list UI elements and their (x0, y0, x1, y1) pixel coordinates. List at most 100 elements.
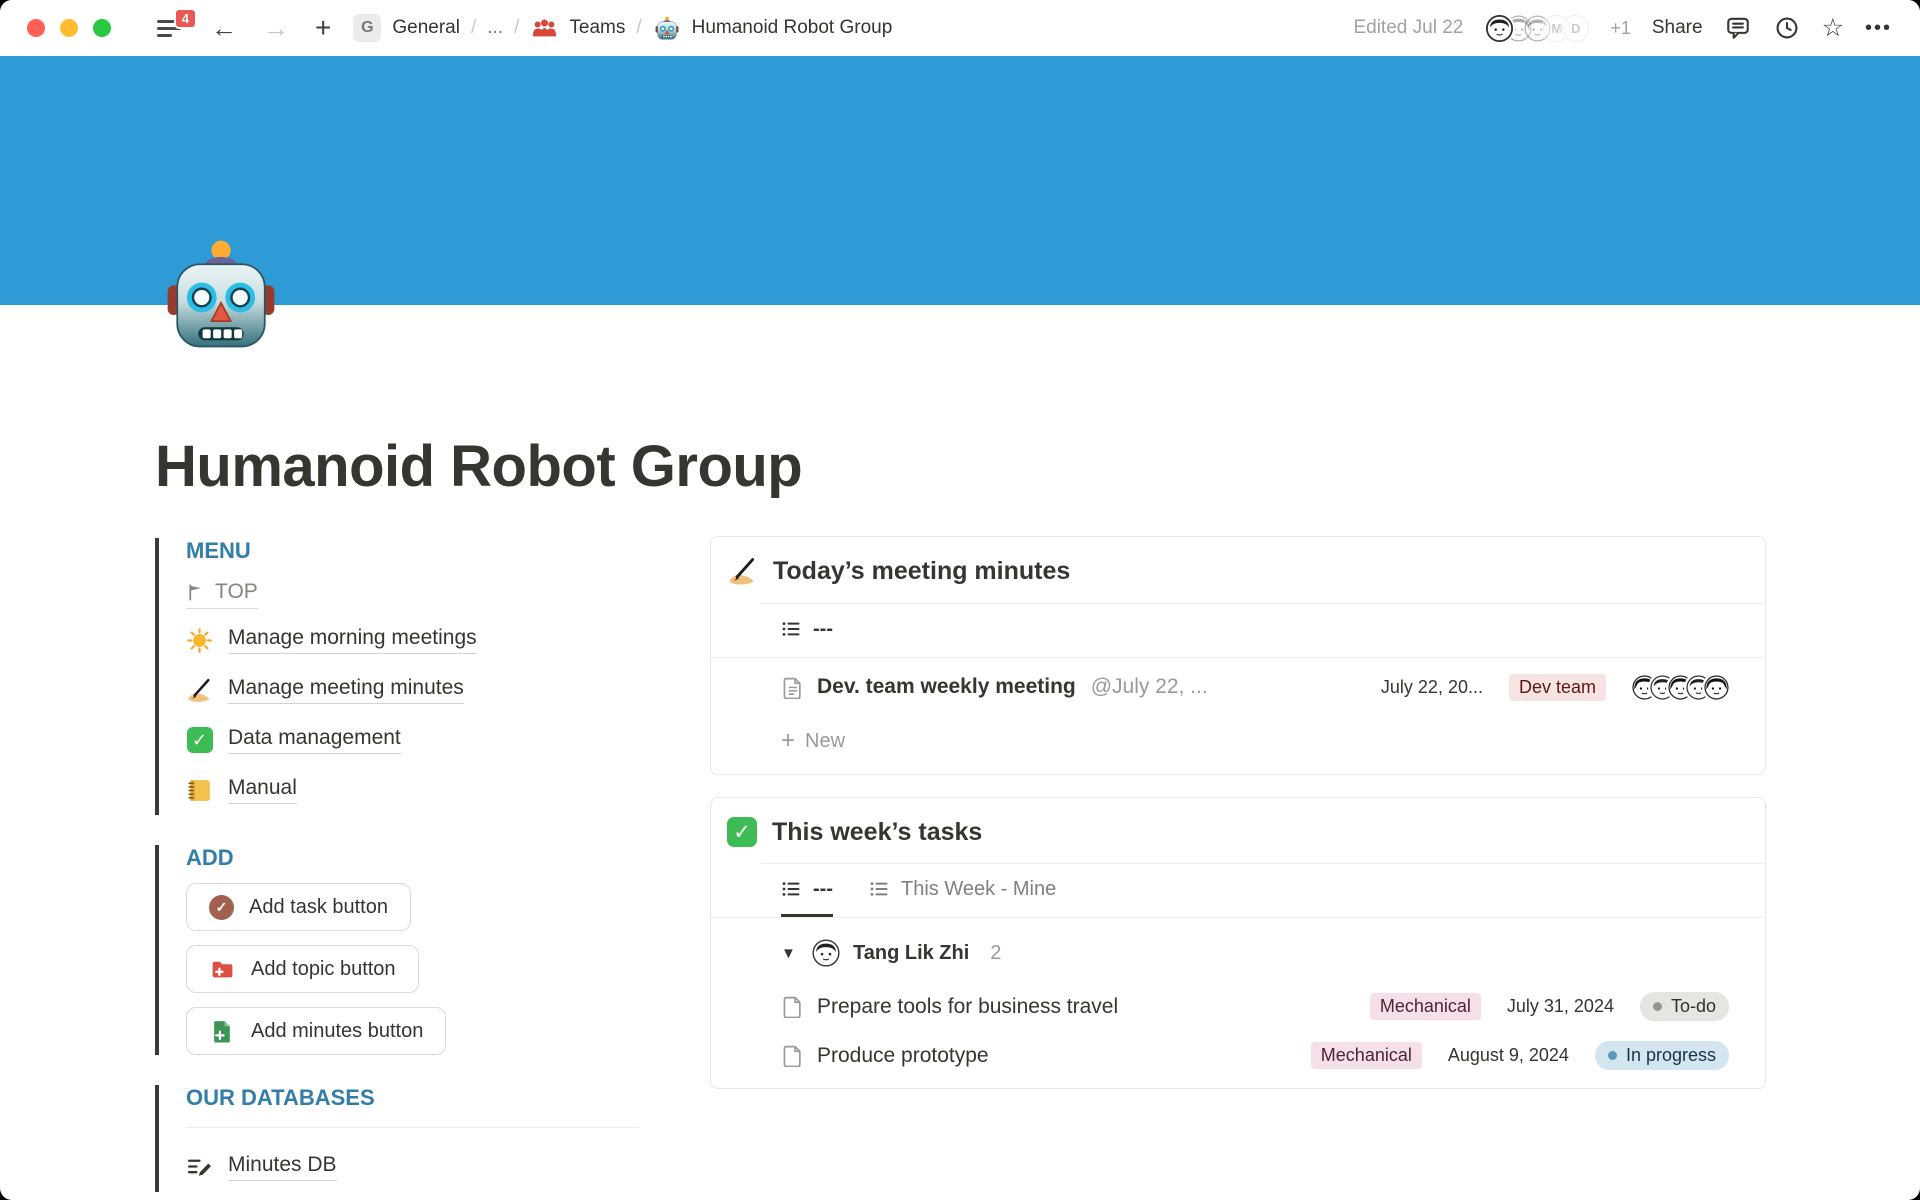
task-title[interactable]: Prepare tools for business travel (817, 995, 1118, 1019)
robot-page-icon-large[interactable] (165, 238, 277, 350)
tab-label: This Week - Mine (901, 878, 1056, 901)
tab-default-view[interactable]: --- (781, 864, 833, 917)
status-dot (1608, 1051, 1617, 1060)
group-name: Tang Lik Zhi (853, 942, 969, 965)
sun-icon (186, 627, 213, 654)
comments-icon[interactable] (1724, 14, 1752, 42)
page-body: Humanoid Robot Group MENU TOP (0, 305, 1920, 1200)
new-entry-button[interactable]: + New (711, 716, 1765, 766)
minimize-window-button[interactable] (60, 19, 78, 37)
task-row[interactable]: Prepare tools for business travel Mechan… (711, 982, 1765, 1031)
forward-arrow-icon[interactable]: → (263, 15, 289, 41)
breadcrumb: G General / ... / Teams / Humanoid Robot… (353, 14, 892, 42)
ledger-icon (186, 777, 213, 804)
task-title[interactable]: Produce prototype (817, 1044, 989, 1068)
group-header-row[interactable]: ▼ Tang Lik Zhi 2 (711, 924, 1765, 982)
breadcrumb-separator: / (636, 17, 641, 39)
add-minutes-button[interactable]: Add minutes button (186, 1007, 446, 1055)
status-label: To-do (1671, 996, 1716, 1017)
status-label: In progress (1626, 1045, 1716, 1066)
link-manage-meeting-minutes[interactable]: Manage meeting minutes (186, 665, 639, 715)
add-section: ADD ✓ Add task button Add topic button (155, 845, 639, 1055)
divider (711, 917, 1765, 918)
category-tag: Mechanical (1311, 1042, 1422, 1069)
tab-default-view[interactable]: --- (781, 604, 833, 657)
link-label: Manage meeting minutes (228, 676, 464, 704)
edited-timestamp[interactable]: Edited Jul 22 (1353, 17, 1463, 39)
meeting-title[interactable]: Dev. team weekly meeting (817, 675, 1076, 699)
breadcrumb-separator: / (514, 17, 519, 39)
plus-icon: + (781, 729, 795, 753)
view-tabs: --- (711, 604, 1765, 657)
task-row[interactable]: Produce prototype Mechanical August 9, 2… (711, 1031, 1765, 1080)
new-tab-icon[interactable]: + (315, 14, 331, 42)
card-header[interactable]: Today’s meeting minutes (711, 537, 1765, 603)
divider (186, 1127, 639, 1128)
topbar-actions: Edited Jul 22 M D +1 Share (1353, 14, 1920, 42)
right-column: Today’s meeting minutes --- Dev. team we… (710, 536, 1766, 1200)
breadcrumb-general[interactable]: General (392, 17, 460, 39)
link-label: Data management (228, 726, 401, 754)
link-top[interactable]: TOP (186, 580, 258, 609)
tab-this-week-mine[interactable]: This Week - Mine (869, 864, 1056, 917)
viewer-avatar-stack[interactable]: M D (1486, 15, 1589, 42)
tab-label: --- (813, 618, 833, 641)
share-button[interactable]: Share (1652, 17, 1703, 39)
more-options-icon[interactable]: ••• (1865, 17, 1892, 40)
link-manage-morning-meetings[interactable]: Manage morning meetings (186, 615, 639, 665)
button-label: Add task button (249, 896, 388, 919)
databases-heading: OUR DATABASES (186, 1085, 639, 1111)
breadcrumb-current-page[interactable]: Humanoid Robot Group (692, 17, 893, 39)
file-plus-icon (209, 1018, 236, 1045)
list-view-icon (781, 879, 802, 899)
meeting-row[interactable]: Dev. team weekly meeting @July 22, ... J… (711, 658, 1765, 716)
folder-plus-icon (209, 956, 236, 983)
link-minutes-db[interactable]: Minutes DB (186, 1142, 639, 1192)
date-mention[interactable]: @July 22, ... (1091, 675, 1208, 699)
link-data-management[interactable]: ✓ Data management (186, 715, 639, 765)
breadcrumb-ellipsis[interactable]: ... (487, 17, 503, 39)
button-label: Add topic button (251, 958, 396, 981)
left-column: MENU TOP (155, 536, 710, 1200)
close-window-button[interactable] (27, 19, 45, 37)
new-label: New (805, 730, 845, 753)
menu-section: MENU TOP (155, 538, 639, 815)
task-date: July 31, 2024 (1507, 996, 1614, 1017)
topbar: 4 ← → + G General / ... / Teams / Humano (0, 0, 1920, 56)
add-topic-button[interactable]: Add topic button (186, 945, 419, 993)
back-arrow-icon[interactable]: ← (211, 15, 237, 41)
avatar (812, 939, 840, 967)
status-badge: To-do (1640, 992, 1729, 1021)
link-manual[interactable]: Manual (186, 765, 639, 815)
view-tabs: --- This Week - Mine (711, 864, 1765, 917)
document-icon (781, 676, 804, 699)
attendee-avatars (1632, 675, 1729, 700)
add-heading: ADD (186, 845, 639, 871)
status-dot (1653, 1002, 1662, 1011)
favorite-star-icon[interactable]: ☆ (1822, 16, 1844, 41)
avatar-letter-d: D (1562, 15, 1589, 42)
list-view-icon (869, 879, 890, 899)
meeting-minutes-card: Today’s meeting minutes --- Dev. team we… (710, 536, 1766, 775)
page-title[interactable]: Humanoid Robot Group (0, 305, 1920, 500)
weekly-tasks-card: ✓ This week’s tasks --- This Week - Mine (710, 797, 1766, 1089)
sidebar-toggle-icon[interactable]: 4 (157, 17, 185, 39)
databases-section: OUR DATABASES Minutes DB (155, 1085, 639, 1192)
history-clock-icon[interactable] (1773, 14, 1801, 42)
collapse-triangle-icon[interactable]: ▼ (781, 945, 799, 962)
breadcrumb-teams[interactable]: Teams (569, 17, 625, 39)
page-cover[interactable] (0, 56, 1920, 305)
zoom-window-button[interactable] (93, 19, 111, 37)
check-circle-icon: ✓ (209, 895, 234, 920)
workspace-icon[interactable]: G (353, 14, 381, 42)
avatar-overflow-count[interactable]: +1 (1610, 18, 1631, 39)
group-count: 2 (990, 942, 1001, 965)
add-task-button[interactable]: ✓ Add task button (186, 883, 411, 931)
nav-controls: 4 ← → + (157, 14, 331, 42)
card-header[interactable]: ✓ This week’s tasks (711, 798, 1765, 863)
category-tag: Mechanical (1370, 993, 1481, 1020)
document-icon (781, 995, 804, 1018)
tab-label: --- (813, 878, 833, 901)
link-label: Manual (228, 776, 297, 804)
document-icon (781, 1044, 804, 1067)
